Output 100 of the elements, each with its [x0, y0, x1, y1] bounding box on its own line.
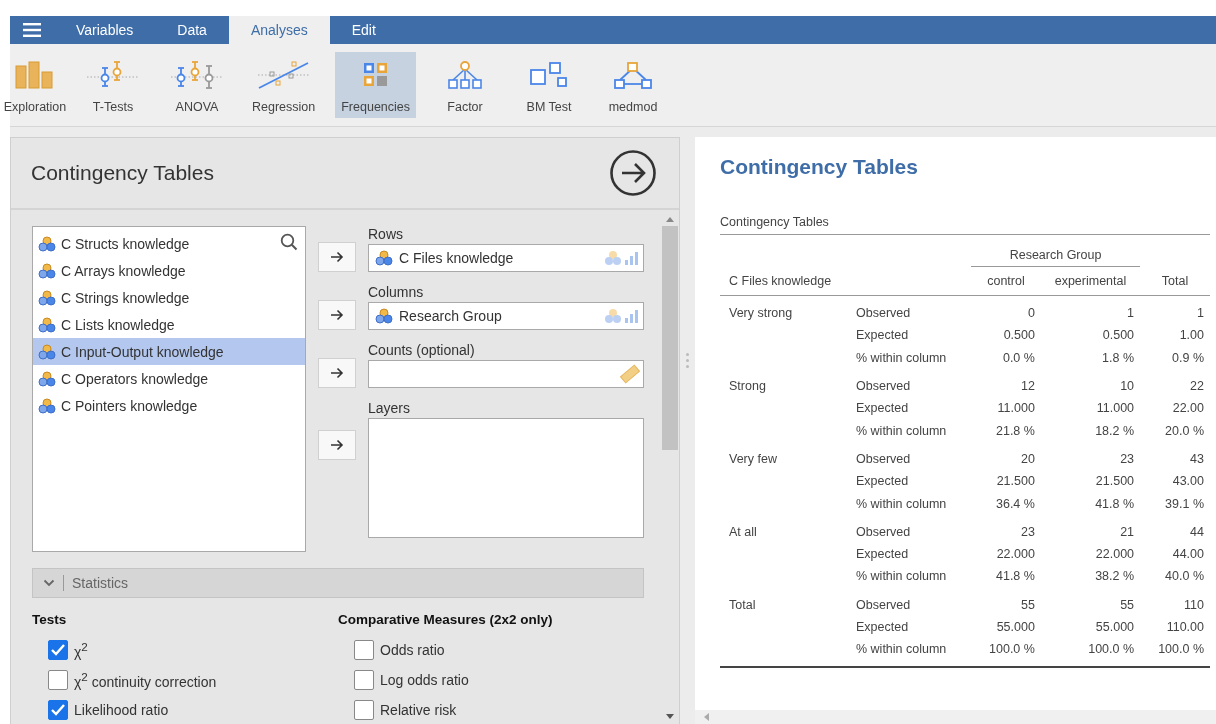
nominal-variable-icon — [375, 308, 393, 324]
table-cell: 21 — [1120, 524, 1135, 539]
toolbar-button[interactable]: Regression — [246, 52, 322, 118]
scroll-up-icon[interactable] — [666, 216, 674, 222]
checkbox-option[interactable]: Log odds ratio — [354, 665, 644, 695]
menu-tab[interactable]: Data — [155, 16, 229, 44]
table-cell: % within column — [856, 642, 947, 657]
checkbox[interactable] — [354, 700, 374, 720]
checkbox[interactable] — [48, 700, 68, 720]
table-cell: 22.000 — [996, 547, 1035, 562]
checkbox[interactable] — [354, 640, 374, 660]
layers-list[interactable] — [368, 418, 644, 538]
menu-tab[interactable]: Edit — [329, 16, 398, 44]
target-field[interactable]: C Files knowledge — [368, 244, 644, 272]
table-cell: 0.9 % — [1172, 350, 1204, 365]
target-label: Layers — [368, 400, 412, 418]
table-cell: 110 — [1184, 597, 1204, 612]
toolbar-button[interactable]: T-Tests — [78, 52, 148, 118]
move-arrow-button[interactable] — [318, 300, 356, 330]
checkbox-option[interactable]: Likelihood ratio — [48, 695, 338, 724]
table-cell: Expected — [856, 547, 909, 562]
variable-item[interactable]: C Operators knowledge — [33, 365, 305, 392]
nominal-variable-icon — [375, 250, 393, 266]
checkbox-option[interactable]: χ$^{2}$ — [48, 635, 338, 665]
checkbox-option[interactable]: χ$^{2}$ continuity correction — [48, 665, 338, 695]
nominal-variable-icon — [38, 343, 56, 360]
error-bars-icon — [169, 60, 225, 90]
variable-item[interactable]: C Arrays knowledge — [33, 257, 305, 284]
group-heading: Comparative Measures (2x2 only) — [338, 612, 554, 627]
checkbox[interactable] — [354, 670, 374, 690]
table-cell: 41.8 % — [1095, 496, 1135, 511]
column-header: control — [987, 274, 1025, 288]
tree-icon — [447, 60, 484, 90]
arrow-right-icon[interactable] — [609, 149, 657, 197]
search-icon[interactable] — [280, 233, 298, 251]
target-label: Counts (optional) — [368, 342, 476, 360]
variable-type-icon — [603, 249, 641, 267]
counts-field[interactable] — [368, 360, 644, 388]
toolbar-button[interactable]: Factor — [430, 52, 501, 118]
section-header[interactable]: Statistics — [32, 568, 644, 598]
table-cell: 38.2 % — [1095, 569, 1135, 584]
table-cell: 0 — [1027, 306, 1035, 321]
table-cell: 55 — [1021, 597, 1035, 612]
toolbar-button[interactable]: BM Test — [514, 52, 585, 118]
table-cell: 39.1 % — [1165, 496, 1204, 511]
scroll-left-icon[interactable] — [703, 713, 709, 721]
move-arrow-button[interactable] — [318, 430, 356, 460]
checkbox[interactable] — [48, 640, 68, 660]
table-cell: 44 — [1190, 524, 1204, 539]
table-cell: Expected — [856, 620, 909, 634]
variable-item[interactable]: C Input-Output knowledge — [33, 338, 305, 365]
checkbox-option[interactable]: Odds ratio — [354, 635, 644, 665]
table-cell: Observed — [856, 597, 911, 612]
table-cell: % within column — [856, 350, 947, 365]
table-cell: 11.000 — [997, 401, 1035, 416]
target-field[interactable]: Research Group — [368, 302, 644, 330]
menu-tab[interactable]: Analyses — [228, 16, 330, 44]
variable-item[interactable]: C Structs knowledge — [33, 230, 305, 257]
column-header: C Files knowledge — [729, 273, 832, 288]
toolbar-button[interactable]: medmod — [598, 52, 669, 118]
variable-item[interactable]: C Strings knowledge — [33, 284, 305, 311]
table-cell: 21.500 — [996, 474, 1035, 489]
scroll-down-icon[interactable] — [666, 714, 674, 720]
move-arrow-button[interactable] — [318, 358, 356, 388]
move-arrow-button[interactable] — [318, 242, 356, 272]
variable-item[interactable]: C Lists knowledge — [33, 311, 305, 338]
menu-tab[interactable]: Variables — [54, 16, 156, 44]
table-cell: 55.000 — [996, 620, 1035, 634]
table-cell: 0.500 — [1102, 328, 1135, 343]
table-cell: 43 — [1190, 451, 1204, 466]
table-cell: 44.00 — [1172, 547, 1204, 562]
checkbox[interactable] — [48, 670, 68, 690]
table-cell: 21.8 % — [996, 423, 1035, 438]
table-cell: 1.00 — [1179, 328, 1204, 343]
variable-item[interactable]: C Pointers knowledge — [33, 392, 305, 419]
toolbar-button[interactable]: Exploration — [0, 52, 70, 118]
scrollbar[interactable] — [695, 710, 1216, 724]
column-group-header: Research Group — [1009, 248, 1102, 262]
table-cell: Observed — [856, 306, 911, 321]
table-cell: 1.8 % — [1102, 350, 1135, 365]
triangle-network-icon — [613, 60, 654, 90]
panel-title: Contingency Tables — [31, 161, 214, 185]
table-cell: 100.0 % — [989, 642, 1035, 657]
checkbox-option[interactable]: Relative risk — [354, 695, 644, 724]
arrow-right-icon — [330, 309, 344, 321]
table-cell: % within column — [856, 569, 947, 584]
toolbar-button[interactable]: ANOVA — [162, 52, 232, 118]
table-cell: 43.00 — [1172, 474, 1204, 489]
table-cell: 10 — [1120, 379, 1135, 394]
table-cell: Observed — [856, 379, 911, 394]
column-header: experimental — [1054, 274, 1127, 288]
table-cell: 55 — [1120, 597, 1135, 612]
table-cell: 1 — [1127, 306, 1135, 321]
ruler-icon — [619, 364, 641, 384]
table-cell: Very few — [729, 451, 777, 466]
table-title: Contingency Tables — [720, 215, 1210, 235]
table-cell: % within column — [856, 496, 947, 511]
table-cell: 20.0 % — [1165, 423, 1204, 438]
toolbar-button[interactable]: Frequencies — [335, 52, 417, 118]
table-cell: 110.00 — [1166, 620, 1204, 634]
